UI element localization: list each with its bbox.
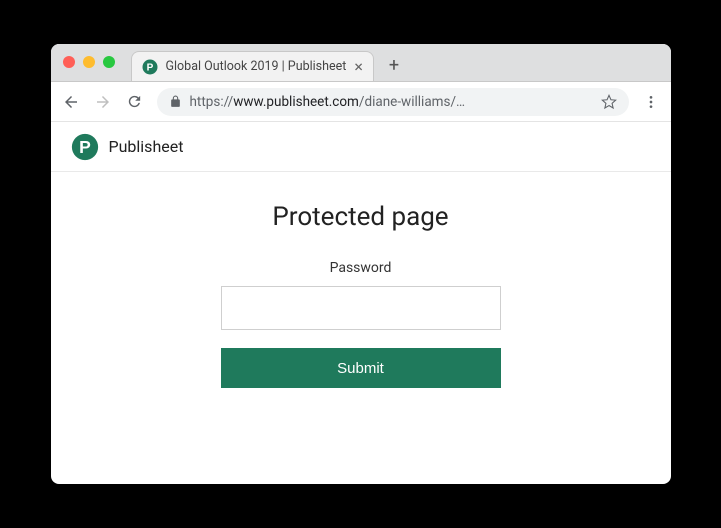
arrow-right-icon (94, 93, 112, 111)
minimize-window-button[interactable] (83, 56, 95, 68)
back-button[interactable] (61, 92, 81, 112)
bookmark-star-icon[interactable] (601, 94, 617, 110)
address-bar[interactable]: https://www.publisheet.com/diane-william… (157, 88, 629, 116)
browser-menu-button[interactable] (641, 94, 661, 110)
tab-title: Global Outlook 2019 | Publisheet (166, 59, 347, 74)
password-label: Password (330, 260, 392, 276)
close-tab-icon[interactable]: × (354, 59, 363, 75)
publisheet-favicon-icon: P (142, 59, 158, 75)
browser-window: P Global Outlook 2019 | Publisheet × + h… (51, 44, 671, 484)
password-input[interactable] (221, 286, 501, 330)
reload-button[interactable] (125, 92, 145, 112)
page-viewport: P Publisheet Protected page Password Sub… (51, 122, 671, 484)
page-content: Protected page Password Submit (51, 172, 671, 484)
kebab-menu-icon (643, 94, 659, 110)
close-window-button[interactable] (63, 56, 75, 68)
page-title: Protected page (272, 202, 448, 232)
lock-icon (169, 95, 182, 108)
new-tab-button[interactable]: + (380, 51, 408, 79)
svg-text:P: P (146, 62, 153, 73)
reload-icon (126, 93, 143, 110)
maximize-window-button[interactable] (103, 56, 115, 68)
forward-button[interactable] (93, 92, 113, 112)
window-titlebar: P Global Outlook 2019 | Publisheet × + (51, 44, 671, 82)
svg-text:P: P (79, 137, 91, 157)
arrow-left-icon (62, 93, 80, 111)
submit-button[interactable]: Submit (221, 348, 501, 388)
window-controls (63, 56, 115, 68)
brand-name: Publisheet (109, 137, 184, 156)
browser-toolbar: https://www.publisheet.com/diane-william… (51, 82, 671, 122)
tab-strip: P Global Outlook 2019 | Publisheet × + (131, 44, 408, 81)
url-text: https://www.publisheet.com/diane-william… (190, 94, 593, 110)
site-header: P Publisheet (51, 122, 671, 172)
publisheet-logo-icon: P (71, 133, 99, 161)
browser-tab[interactable]: P Global Outlook 2019 | Publisheet × (131, 51, 374, 81)
